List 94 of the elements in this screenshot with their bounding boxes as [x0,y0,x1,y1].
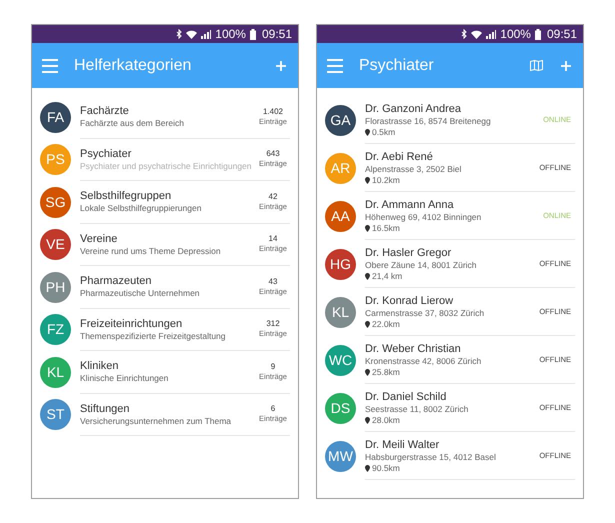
item-address: Kronenstrasse 42, 8006 Zürich [365,356,482,366]
item-title: Dr. Konrad Lierow [365,294,454,308]
avatar: PH [40,272,71,303]
avatar: DS [325,392,356,424]
item-title: Dr. Aebi René [365,150,434,164]
item-title: Dr. Meili Walter [365,438,440,452]
battery-icon [534,28,541,40]
bluetooth-icon [176,29,182,39]
item-distance: 25.8km [372,366,400,378]
signal-icon [201,30,212,38]
location-pin-icon [365,128,370,136]
bluetooth-icon [461,29,468,39]
location-pin-icon [365,368,370,376]
entry-count: 643 [266,149,280,160]
item-title: Selbsthilfegruppen [80,189,172,204]
screen-title: Helferkategorien [74,56,192,76]
status-time: 09:51 [546,28,577,40]
entry-count: 312 [266,319,280,330]
item-title: Dr. Daniel Schild [365,390,448,404]
item-subtitle: Vereine rund ums Theme Depression [80,246,222,257]
add-button[interactable] [561,60,571,70]
screen-title: Psychiater [359,56,435,76]
avatar: SG [40,186,71,218]
item-title: Fachärzte [80,104,130,118]
avatar: MW [325,440,356,472]
plus-icon [561,60,571,70]
entry-count: 42 [268,192,278,202]
item-title: Vereine [80,232,118,246]
signal-icon [486,30,496,38]
item-address: Alpenstrasse 3, 2502 Biel [365,164,462,174]
wifi-icon [186,30,198,38]
item-subtitle: Klinische Einrichtungen [80,373,170,384]
avatar: KL [40,356,71,388]
item-address: Höhenweg 69, 4102 Binningen [365,212,482,222]
avatar: AA [325,200,356,232]
item-subtitle: Versicherungsunternehmen zum Thema [80,416,232,427]
item-title: Stiftungen [80,402,131,416]
battery-percentage: 100% [215,28,246,40]
battery-percentage: 100% [500,28,531,40]
item-subtitle: Themenspezifizierte Freizeitgestaltung [80,330,227,342]
avatar: FA [40,102,71,133]
map-button[interactable] [530,60,543,71]
avatar: WC [325,344,356,376]
avatar: KL [325,296,356,328]
avatar: ST [40,399,71,430]
item-title: Freizeiteinrichtungen [80,316,184,331]
avatar: GA [325,104,356,136]
entry-count: 43 [268,276,278,287]
item-address: Seestrasse 11, 8002 Zürich [365,404,470,414]
item-address: Habsburgerstrasse 15, 4012 Basel [365,452,497,462]
item-address: Obere Zäune 14, 8001 Zürich [365,260,478,270]
item-distance: 22.0km [372,318,400,330]
item-distance: 28.0km [372,414,400,426]
avatar: HG [325,248,356,280]
item-subtitle: Lokale Selbsthilfegruppierungen [80,203,202,214]
item-distance: 0.5km [372,126,396,138]
location-pin-icon [365,416,370,424]
item-distance: 16.5km [372,222,400,234]
item-title: Dr. Hasler Gregor [365,246,452,260]
entry-count: 6 [270,404,276,414]
item-subtitle: Fachärzte aus dem Bereich [80,118,185,130]
avatar: FZ [40,314,71,346]
item-title: Dr. Ganzoni Andrea [365,102,462,116]
item-title: Psychiater [80,146,132,161]
item-title: Kliniken [80,359,120,374]
entry-count: 14 [268,234,278,244]
item-address: Carmenstrasse 37, 8032 Zürich [365,308,486,318]
battery-icon [250,28,256,40]
avatar: AR [325,152,356,184]
item-address: Florastrasse 16, 8574 Breitenegg [365,116,492,126]
item-title: Dr. Ammann Anna [365,198,455,212]
entry-count: 9 [270,362,276,372]
location-pin-icon [365,272,370,280]
avatar: PS [40,144,71,176]
item-subtitle: Psychiater und psychatrische Einrichtigungen [80,160,253,172]
item-title: Pharmazeuten [80,274,153,288]
avatar: VE [40,229,71,260]
location-pin-icon [365,464,370,472]
item-subtitle: Pharmazeutische Unternehmen [80,288,201,300]
add-button[interactable] [276,60,286,70]
location-pin-icon [365,224,370,232]
plus-icon [276,60,286,70]
item-distance: 21,4 km [372,270,402,282]
menu-button[interactable] [327,58,343,72]
location-pin-icon [365,320,370,328]
location-pin-icon [365,176,370,184]
status-time: 09:51 [262,28,292,40]
item-title: Dr. Weber Christian [365,342,462,356]
item-distance: 90.5km [372,462,400,474]
wifi-icon [471,30,482,38]
menu-button[interactable] [42,58,58,72]
item-distance: 10.2km [372,174,400,186]
entry-count: 1.402 [262,106,284,117]
map-icon [530,60,543,71]
